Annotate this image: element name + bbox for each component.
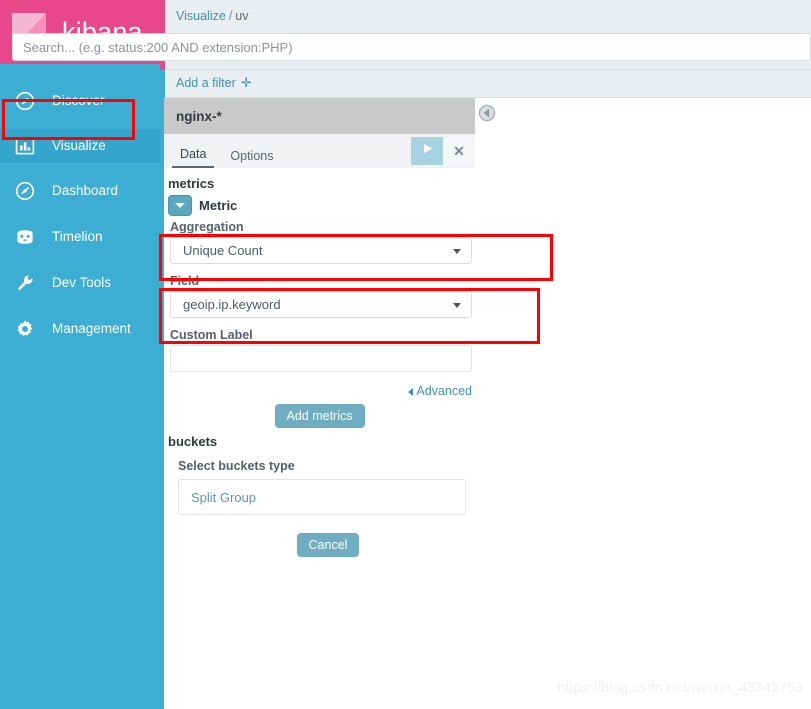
aggregation-value: Unique Count [183,243,263,258]
add-metrics-button[interactable]: Add metrics [274,404,365,428]
compass-icon [14,90,36,112]
sidebar-item-label: Discover [52,93,105,109]
add-metrics-row: Add metrics [164,404,475,428]
wrench-icon [14,272,36,294]
sidebar-item-timelion[interactable]: Timelion [0,220,160,254]
index-pattern-title: nginx-* [176,108,222,124]
buckets-type-value: Split Group [191,489,257,505]
sidebar-item-visualize[interactable]: Visualize [0,129,160,163]
gear-icon [14,318,36,340]
metric-collapse-toggle[interactable] [168,195,192,216]
editor-tabs: Data Options ✕ [164,134,475,168]
sidebar-item-label: Timelion [52,229,103,245]
bar-chart-icon [14,135,36,157]
aggregation-group: Aggregation Unique Count [170,220,475,264]
sidebar-item-label: Management [52,321,131,337]
play-icon [421,142,434,160]
cancel-row: Cancel [178,533,478,557]
chevron-left-icon [408,387,414,396]
custom-label-input[interactable] [170,345,472,372]
breadcrumb-root[interactable]: Visualize [176,9,226,23]
custom-label-group: Custom Label [170,328,475,372]
field-group: Field geoip.ip.keyword [170,274,475,318]
visualization-editor-panel: nginx-* Data Options ✕ metrics Metric Ag… [160,98,475,709]
advanced-label: Advanced [416,384,472,398]
watermark-text: https://blog.csdn.net/weixin_43342753 [557,679,803,695]
cancel-button[interactable]: Cancel [296,533,360,557]
filter-bar: Add a filter ✛ [160,70,811,98]
buckets-section: Select buckets type Split Group Cancel [178,459,475,557]
search-row [12,33,811,61]
kibana-app: kibana Discover Visualize Dashboard Time… [0,0,811,709]
sidebar-item-label: Dev Tools [52,275,112,291]
chevron-left-circle-icon [478,104,496,122]
close-icon: ✕ [453,142,465,159]
sidebar: kibana Discover Visualize Dashboard Time… [0,0,160,709]
editor-body: metrics Metric Aggregation Unique Count … [164,168,475,557]
add-filter-label: Add a filter [176,76,236,90]
select-buckets-type-label: Select buckets type [178,459,295,473]
buckets-type-select[interactable]: Split Group [178,479,466,515]
metric-label: Metric [199,198,238,213]
aggregation-label: Aggregation [170,220,244,234]
apply-changes-button[interactable] [411,137,443,165]
advanced-row: Advanced [164,382,472,400]
editor-header: nginx-* [164,98,475,134]
custom-label-label: Custom Label [170,328,253,342]
sidebar-item-label: Visualize [52,138,106,154]
add-filter-button[interactable]: Add a filter ✛ [176,75,252,91]
breadcrumb-current: uv [235,9,249,23]
metric-aggregation-header: Metric [168,195,475,216]
chevron-down-icon [453,249,461,254]
aggregation-select[interactable]: Unique Count [170,237,472,264]
field-value: geoip.ip.keyword [183,297,281,312]
editor-tab-actions: ✕ [411,137,475,165]
breadcrumb: Visualize / uv [176,9,249,23]
search-input[interactable] [12,33,811,61]
sidebar-item-discover[interactable]: Discover [0,84,160,118]
plus-icon: ✛ [240,75,252,90]
sidebar-item-label: Dashboard [52,183,119,199]
field-label: Field [170,274,200,288]
timelion-icon [14,226,36,248]
dashboard-icon [14,180,36,202]
breadcrumb-separator: / [228,9,233,23]
collapse-sidebar-button[interactable] [478,104,496,122]
sidebar-item-dashboard[interactable]: Dashboard [0,174,160,208]
advanced-toggle[interactable]: Advanced [408,384,472,398]
metrics-heading: metrics [168,176,215,191]
sidebar-item-dev-tools[interactable]: Dev Tools [0,266,160,300]
tab-data[interactable]: Data [172,147,215,168]
tab-options[interactable]: Options [222,149,281,169]
discard-changes-button[interactable]: ✕ [443,137,475,165]
chevron-down-icon [175,203,185,208]
sidebar-item-management[interactable]: Management [0,312,160,346]
buckets-heading: buckets [168,434,218,449]
chevron-down-icon [453,303,461,308]
field-select[interactable]: geoip.ip.keyword [170,291,472,318]
sidebar-nav: Discover Visualize Dashboard Timelion De… [0,64,160,346]
filterbar-accent-stripe [160,70,165,98]
